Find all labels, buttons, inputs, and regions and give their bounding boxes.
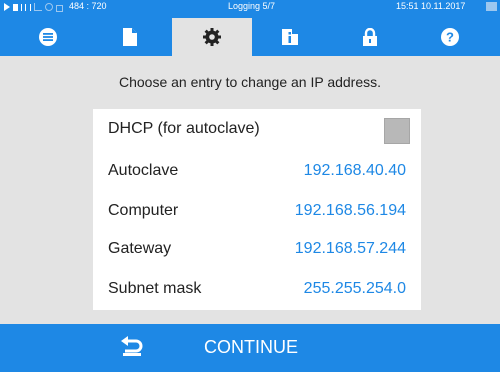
file-icon	[13, 3, 18, 11]
network-settings-panel: DHCP (for autoclave) Autoclave 192.168.4…	[93, 109, 421, 310]
status-coordinates: 484 : 720	[69, 1, 107, 11]
svg-text:?: ?	[446, 30, 454, 45]
tab-menu[interactable]	[8, 18, 88, 56]
continue-button[interactable]: CONTINUE	[0, 324, 500, 372]
info-book-icon	[282, 29, 298, 45]
continue-label: CONTINUE	[204, 337, 298, 357]
status-indicator-icon	[486, 2, 497, 11]
chart-icon	[34, 3, 42, 11]
subnet-mask-label: Subnet mask	[108, 280, 202, 297]
tab-documents[interactable]	[90, 18, 170, 56]
autoclave-ip-row[interactable]: Autoclave 192.168.40.40	[93, 151, 421, 191]
lock-icon	[363, 28, 377, 46]
computer-ip-value: 192.168.56.194	[294, 202, 406, 219]
gateway-ip-value: 192.168.57.244	[294, 240, 406, 257]
gear-icon	[203, 28, 221, 46]
autoclave-ip-value: 192.168.40.40	[303, 162, 406, 179]
status-bar: 484 : 720 Logging 5/7 15:51 10.11.2017	[0, 0, 500, 14]
autoclave-ip-label: Autoclave	[108, 162, 179, 179]
dhcp-label: DHCP (for autoclave)	[108, 120, 260, 137]
tab-info[interactable]	[250, 18, 330, 56]
lock-status-icon	[56, 4, 63, 12]
tab-help[interactable]: ?	[410, 18, 490, 56]
gateway-ip-row[interactable]: Gateway 192.168.57.244	[93, 229, 421, 269]
tab-settings[interactable]	[172, 18, 252, 56]
document-icon	[123, 28, 137, 46]
play-icon	[4, 3, 10, 11]
status-mode: Logging 5/7	[228, 1, 276, 11]
dhcp-row[interactable]: DHCP (for autoclave)	[93, 109, 421, 149]
heating-icon	[21, 3, 31, 11]
help-icon: ?	[441, 28, 459, 46]
gateway-ip-label: Gateway	[108, 240, 172, 257]
bottom-bar: CONTINUE	[0, 324, 500, 372]
dhcp-checkbox[interactable]	[384, 118, 410, 144]
tab-lock[interactable]	[330, 18, 410, 56]
instruction-text: Choose an entry to change an IP address.	[118, 74, 382, 90]
return-arrow-icon	[121, 336, 143, 356]
status-icons	[4, 2, 63, 12]
computer-ip-row[interactable]: Computer 192.168.56.194	[93, 191, 421, 231]
menu-list-icon	[39, 28, 57, 46]
clock-icon	[45, 3, 53, 11]
status-datetime: 15:51 10.11.2017	[396, 1, 466, 11]
tab-bar: ?	[0, 14, 500, 56]
computer-ip-label: Computer	[108, 202, 179, 219]
subnet-mask-value: 255.255.254.0	[303, 280, 406, 297]
subnet-mask-row[interactable]: Subnet mask 255.255.254.0	[93, 269, 421, 309]
